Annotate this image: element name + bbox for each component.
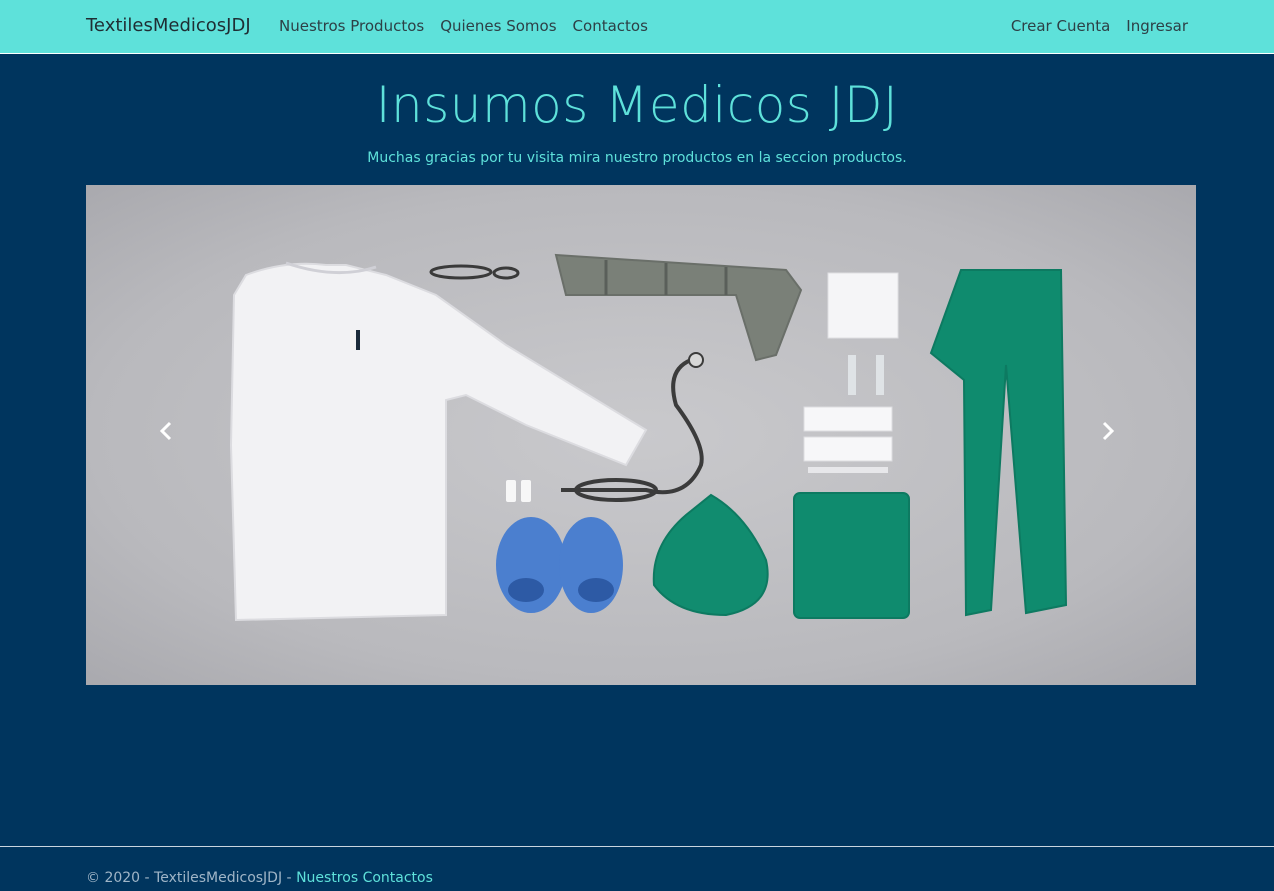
- carousel-prev-button[interactable]: [158, 421, 182, 449]
- nav-link-quienes-somos[interactable]: Quienes Somos: [440, 17, 556, 35]
- brand-link[interactable]: TextilesMedicosJDJ: [86, 15, 251, 36]
- nav-left-links: Nuestros Productos Quienes Somos Contact…: [279, 17, 648, 35]
- nav-link-ingresar[interactable]: Ingresar: [1126, 17, 1188, 35]
- footer: © 2020 - TextilesMedicosJDJ - Nuestros C…: [86, 870, 433, 886]
- footer-copyright: © 2020 - TextilesMedicosJDJ -: [86, 870, 297, 886]
- page-subtitle: Muchas gracias por tu visita mira nuestr…: [367, 150, 907, 166]
- page-title: Insumos Medicos JDJ: [375, 76, 899, 134]
- image-carousel[interactable]: [86, 185, 1196, 685]
- footer-contact-link[interactable]: Nuestros Contactos: [296, 870, 433, 886]
- nav-right-links: Crear Cuenta Ingresar: [1011, 17, 1188, 35]
- carousel-slide-image: [229, 253, 1068, 622]
- footer-divider: [0, 846, 1274, 847]
- carousel-next-button[interactable]: [1100, 421, 1124, 449]
- top-navbar: TextilesMedicosJDJ Nuestros Productos Qu…: [0, 0, 1274, 54]
- nav-link-contactos[interactable]: Contactos: [573, 17, 648, 35]
- chevron-left-icon: [159, 421, 172, 441]
- chevron-right-icon: [1102, 421, 1115, 441]
- nav-link-productos[interactable]: Nuestros Productos: [279, 17, 424, 35]
- nav-link-crear-cuenta[interactable]: Crear Cuenta: [1011, 17, 1110, 35]
